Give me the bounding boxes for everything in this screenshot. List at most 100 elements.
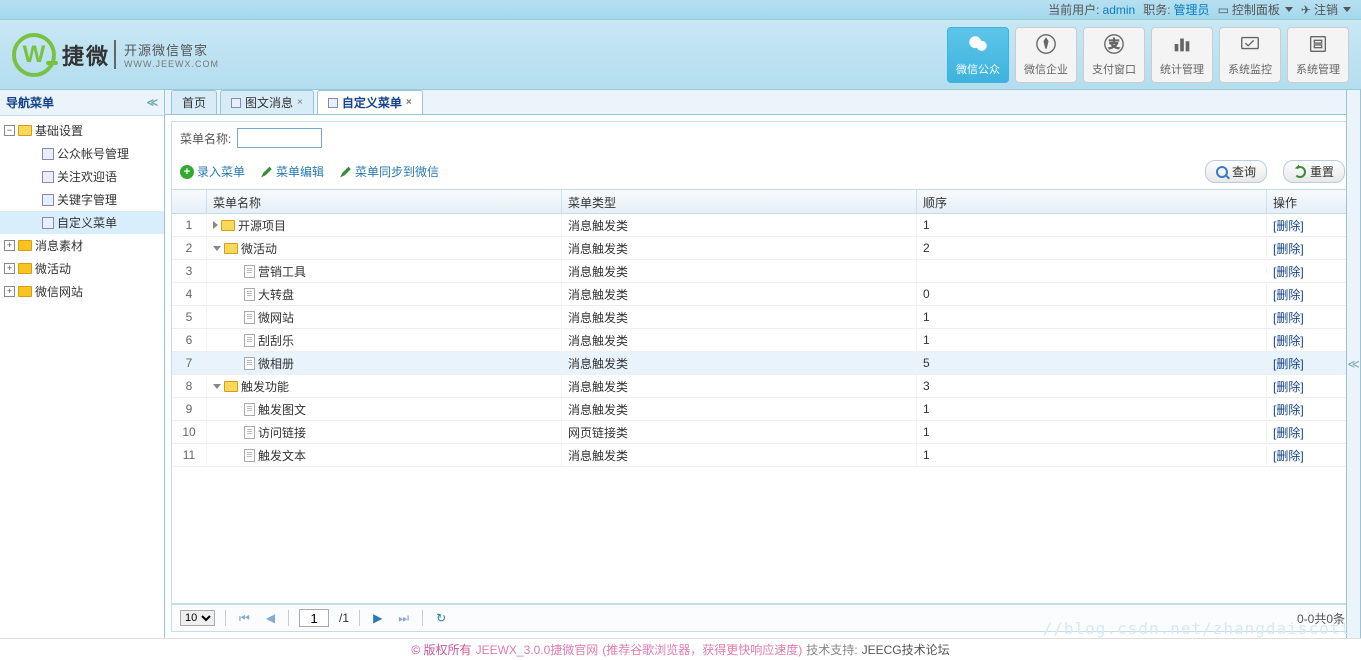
tab[interactable]: 自定义菜单×: [317, 90, 423, 114]
table-row[interactable]: 11 触发文本 消息触发类 1 [删除]: [172, 444, 1353, 467]
control-panel-menu[interactable]: ▭ 控制面板: [1218, 1, 1293, 18]
tab[interactable]: 图文消息×: [220, 90, 314, 114]
page-size-select[interactable]: 10: [180, 610, 215, 626]
tree-node[interactable]: 自定义菜单: [0, 211, 164, 234]
delete-link[interactable]: [删除]: [1273, 240, 1304, 257]
tree-node[interactable]: +微活动: [0, 257, 164, 280]
table-row[interactable]: 4 大转盘 消息触发类 0 [删除]: [172, 283, 1353, 306]
tree-label: 消息素材: [35, 237, 83, 254]
close-icon[interactable]: ×: [297, 97, 303, 108]
table-row[interactable]: 8 触发功能 消息触发类 3 [删除]: [172, 375, 1353, 398]
table-row[interactable]: 2 微活动 消息触发类 2 [删除]: [172, 237, 1353, 260]
cell-index: 10: [172, 422, 207, 442]
product-link[interactable]: JEEWX_3.0.0捷微官网: [476, 641, 599, 658]
col-op[interactable]: 操作: [1267, 190, 1353, 213]
folder-icon: [18, 240, 32, 251]
pay-icon: 支: [1103, 33, 1125, 58]
cell-type: 消息触发类: [562, 329, 917, 352]
tree-node[interactable]: 关注欢迎语: [0, 165, 164, 188]
menu-name-input[interactable]: [237, 128, 322, 148]
cell-name: 微网站: [258, 309, 294, 326]
table-row[interactable]: 6 刮刮乐 消息触发类 1 [删除]: [172, 329, 1353, 352]
tree-node[interactable]: − 基础设置: [0, 119, 164, 142]
refresh-button[interactable]: ↻: [433, 611, 449, 625]
logout-button[interactable]: ✈ 注销: [1301, 1, 1351, 18]
table-row[interactable]: 10 访问链接 网页链接类 1 [删除]: [172, 421, 1353, 444]
data-grid: 菜单名称 菜单类型 顺序 操作 1 开源项目 消息触发类 1 [删除] 2 微活…: [171, 190, 1354, 604]
search-button[interactable]: 查询: [1205, 160, 1267, 183]
main-layout: 导航菜单 ≪ −基础设置公众帐号管理关注欢迎语关键字管理自定义菜单+消息素材+微…: [0, 90, 1361, 638]
monitor-icon: [1239, 33, 1261, 58]
close-icon[interactable]: ×: [406, 97, 412, 108]
tree-toggle-icon[interactable]: −: [4, 125, 15, 136]
delete-link[interactable]: [删除]: [1273, 332, 1304, 349]
tree-label: 基础设置: [35, 122, 83, 139]
delete-link[interactable]: [删除]: [1273, 447, 1304, 464]
stats-icon: [1171, 33, 1193, 58]
row-toggle-icon[interactable]: [213, 384, 221, 389]
table-row[interactable]: 7 微相册 消息触发类 5 [删除]: [172, 352, 1353, 375]
col-type[interactable]: 菜单类型: [562, 190, 917, 213]
tree-toggle-icon[interactable]: +: [4, 286, 15, 297]
first-page-button[interactable]: ⏮: [236, 611, 253, 626]
module-tie[interactable]: 微信企业: [1015, 27, 1077, 83]
reset-button[interactable]: 重置: [1283, 160, 1345, 183]
col-order[interactable]: 顺序: [917, 190, 1267, 213]
logout-icon: ✈: [1301, 3, 1311, 17]
module-wechat[interactable]: 微信公众: [947, 27, 1009, 83]
module-buttons: 微信公众微信企业支支付窗口统计管理系统监控系统管理: [947, 27, 1349, 83]
delete-link[interactable]: [删除]: [1273, 355, 1304, 372]
tree-toggle-icon[interactable]: +: [4, 263, 15, 274]
add-menu-button[interactable]: + 录入菜单: [180, 163, 245, 180]
row-toggle-icon[interactable]: [213, 221, 218, 229]
delete-link[interactable]: [删除]: [1273, 401, 1304, 418]
tree-node[interactable]: 关键字管理: [0, 188, 164, 211]
tree-node[interactable]: + 消息素材: [0, 234, 164, 257]
delete-link[interactable]: [删除]: [1273, 378, 1304, 395]
tab-icon: [231, 98, 241, 108]
col-name[interactable]: 菜单名称: [207, 190, 562, 213]
module-monitor[interactable]: 系统监控: [1219, 27, 1281, 83]
delete-link[interactable]: [删除]: [1273, 424, 1304, 441]
module-stats[interactable]: 统计管理: [1151, 27, 1213, 83]
delete-link[interactable]: [删除]: [1273, 309, 1304, 326]
folder-icon: [224, 381, 238, 392]
page-icon: [244, 426, 255, 439]
table-row[interactable]: 5 微网站 消息触发类 1 [删除]: [172, 306, 1353, 329]
delete-link[interactable]: [删除]: [1273, 263, 1304, 280]
panel: 菜单名称: + 录入菜单 菜单编辑 菜单同步到微信: [165, 115, 1360, 638]
wechat-icon: [967, 33, 989, 58]
support-link[interactable]: JEECG技术论坛: [862, 641, 950, 658]
table-row[interactable]: 1 开源项目 消息触发类 1 [删除]: [172, 214, 1353, 237]
cell-index: 9: [172, 399, 207, 419]
tree-node[interactable]: +微信网站: [0, 280, 164, 303]
last-page-button[interactable]: ⏭: [395, 611, 412, 626]
row-toggle-icon[interactable]: [213, 246, 221, 251]
tab-bar: 首页图文消息×自定义菜单×: [165, 90, 1360, 115]
page-icon: [244, 288, 255, 301]
tree-toggle-icon[interactable]: +: [4, 240, 15, 251]
sync-menu-button[interactable]: 菜单同步到微信: [340, 163, 439, 180]
prev-page-button[interactable]: ◀: [263, 611, 278, 625]
collapse-left-icon[interactable]: ≪: [146, 96, 158, 109]
edit-menu-button[interactable]: 菜单编辑: [261, 163, 324, 180]
plus-circle-icon: +: [180, 165, 194, 179]
tree-node[interactable]: 公众帐号管理: [0, 142, 164, 165]
cell-index: 2: [172, 238, 207, 258]
tab[interactable]: 首页: [171, 90, 217, 114]
pencil-icon: [340, 166, 352, 178]
module-pay[interactable]: 支支付窗口: [1083, 27, 1145, 83]
page-input[interactable]: [299, 609, 329, 627]
table-row[interactable]: 3 营销工具 消息触发类 [删除]: [172, 260, 1353, 283]
cell-name: 刮刮乐: [258, 332, 294, 349]
delete-link[interactable]: [删除]: [1273, 286, 1304, 303]
module-system[interactable]: 系统管理: [1287, 27, 1349, 83]
next-page-button[interactable]: ▶: [370, 611, 385, 625]
expand-right-handle[interactable]: ≪: [1346, 90, 1360, 638]
cell-type: 消息触发类: [562, 375, 917, 398]
logo-url: WWW.JEEWX.COM: [124, 59, 219, 69]
item-icon: [42, 171, 54, 183]
cell-type: 消息触发类: [562, 306, 917, 329]
delete-link[interactable]: [删除]: [1273, 217, 1304, 234]
table-row[interactable]: 9 触发图文 消息触发类 1 [删除]: [172, 398, 1353, 421]
